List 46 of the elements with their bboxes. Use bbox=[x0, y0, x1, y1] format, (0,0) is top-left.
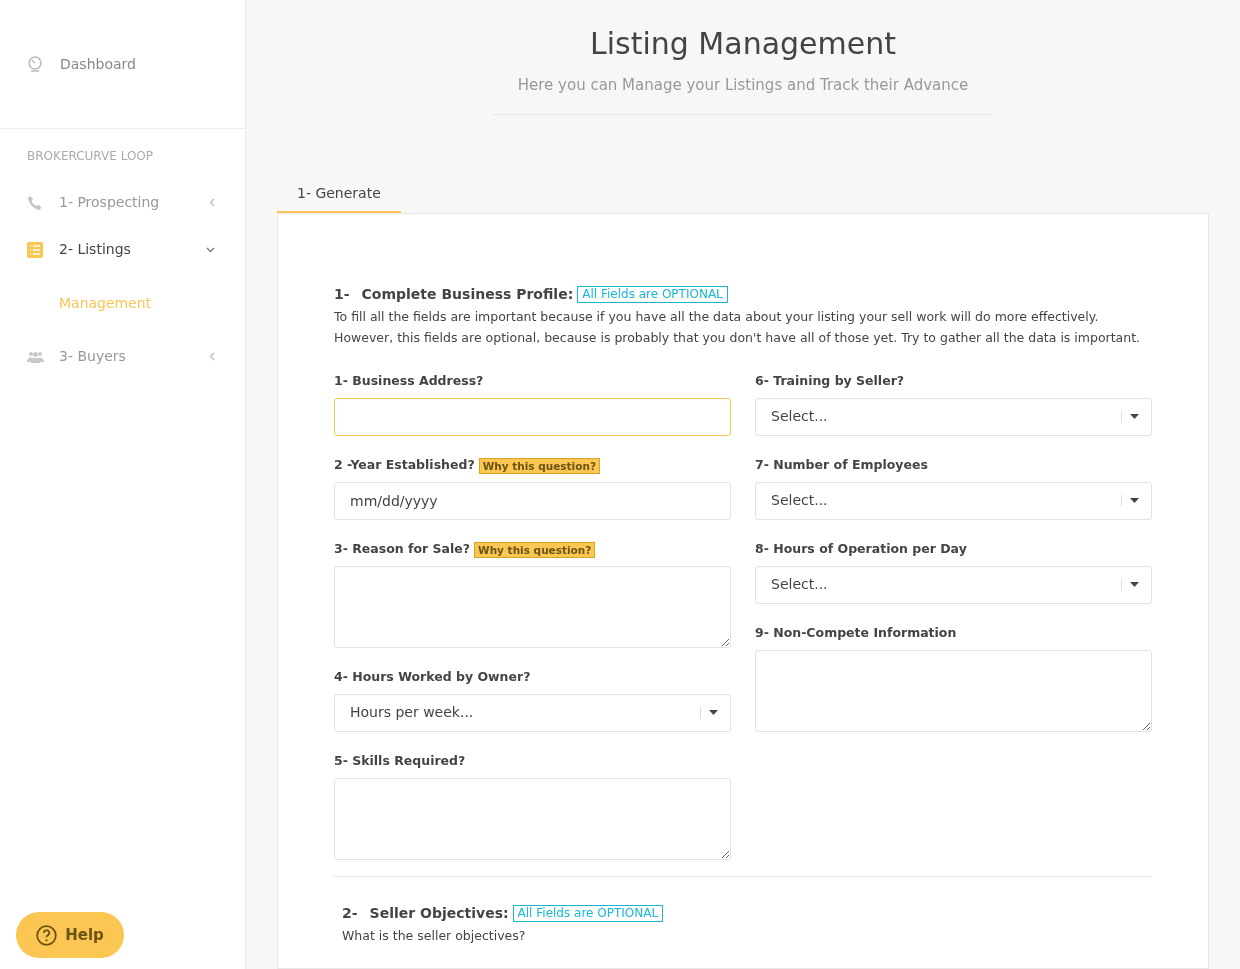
phone-icon bbox=[27, 194, 43, 211]
field-label: 7- Number of Employees bbox=[755, 456, 928, 475]
field-label: 5- Skills Required? bbox=[334, 752, 466, 771]
optional-badge: All Fields are OPTIONAL bbox=[577, 285, 728, 303]
field-label: 9- Non-Compete Information bbox=[755, 624, 957, 643]
select-dropdown[interactable]: Select... bbox=[755, 565, 1152, 604]
users-icon bbox=[27, 350, 44, 363]
field-label: 1- Business Address? bbox=[334, 372, 484, 391]
section-title: Seller Objectives: bbox=[369, 903, 509, 923]
page-subtitle: Here you can Manage your Listings and Track their Advance bbox=[517, 75, 969, 96]
section-description: To fill all the fields are important because if you have all the data about your listing your sell work will do more effectively. However, this fields are optional, because is probably that you don't have all of those yet. Try to gather all the data is important. bbox=[334, 307, 1142, 347]
select-dropdown[interactable]: Select... bbox=[755, 481, 1152, 520]
field-label: 6- Training by Seller? bbox=[755, 372, 905, 391]
section-title: Complete Business Profile: bbox=[361, 284, 574, 304]
field-label: 4- Hours Worked by Owner? bbox=[334, 668, 531, 687]
gauge-icon bbox=[27, 56, 43, 72]
section-description: What is the seller objectives? bbox=[342, 926, 527, 945]
select-dropdown[interactable]: Select... bbox=[755, 397, 1152, 436]
page-title: Listing Management bbox=[590, 25, 896, 63]
text-area[interactable] bbox=[334, 777, 731, 860]
help-button[interactable]: Help bbox=[16, 912, 124, 958]
list-icon bbox=[27, 241, 43, 258]
help-icon bbox=[36, 924, 58, 946]
field-label: 3- Reason for Sale? bbox=[334, 540, 471, 559]
chevron-down-icon bbox=[206, 246, 215, 253]
sidebar-section-heading: BROKERCURVE LOOP bbox=[26, 148, 155, 165]
text-area[interactable] bbox=[334, 565, 731, 648]
section-number: 1- bbox=[334, 284, 350, 304]
text-area[interactable] bbox=[755, 649, 1152, 732]
caret-down-icon bbox=[1130, 414, 1139, 419]
chevron-left-icon bbox=[209, 198, 215, 207]
chevron-left-icon bbox=[209, 352, 215, 361]
caret-down-icon bbox=[709, 710, 718, 715]
field-label: 8- Hours of Operation per Day bbox=[755, 540, 967, 559]
section-number: 2- bbox=[342, 903, 358, 923]
text-field[interactable] bbox=[334, 397, 731, 436]
hint-badge: Why this question? bbox=[478, 457, 600, 474]
caret-down-icon bbox=[1130, 582, 1139, 587]
optional-badge: All Fields are OPTIONAL bbox=[512, 904, 664, 922]
select-dropdown[interactable]: Hours per week... bbox=[334, 693, 731, 732]
sidebar-item[interactable]: 2- Listings bbox=[0, 226, 245, 273]
hint-badge: Why this question? bbox=[474, 541, 596, 558]
date-field[interactable]: mm/dd/yyyy bbox=[334, 481, 731, 520]
sidebar-item[interactable]: Dashboard bbox=[27, 53, 136, 75]
caret-down-icon bbox=[1130, 498, 1139, 503]
field-label: 2 -Year Established? bbox=[334, 456, 475, 475]
